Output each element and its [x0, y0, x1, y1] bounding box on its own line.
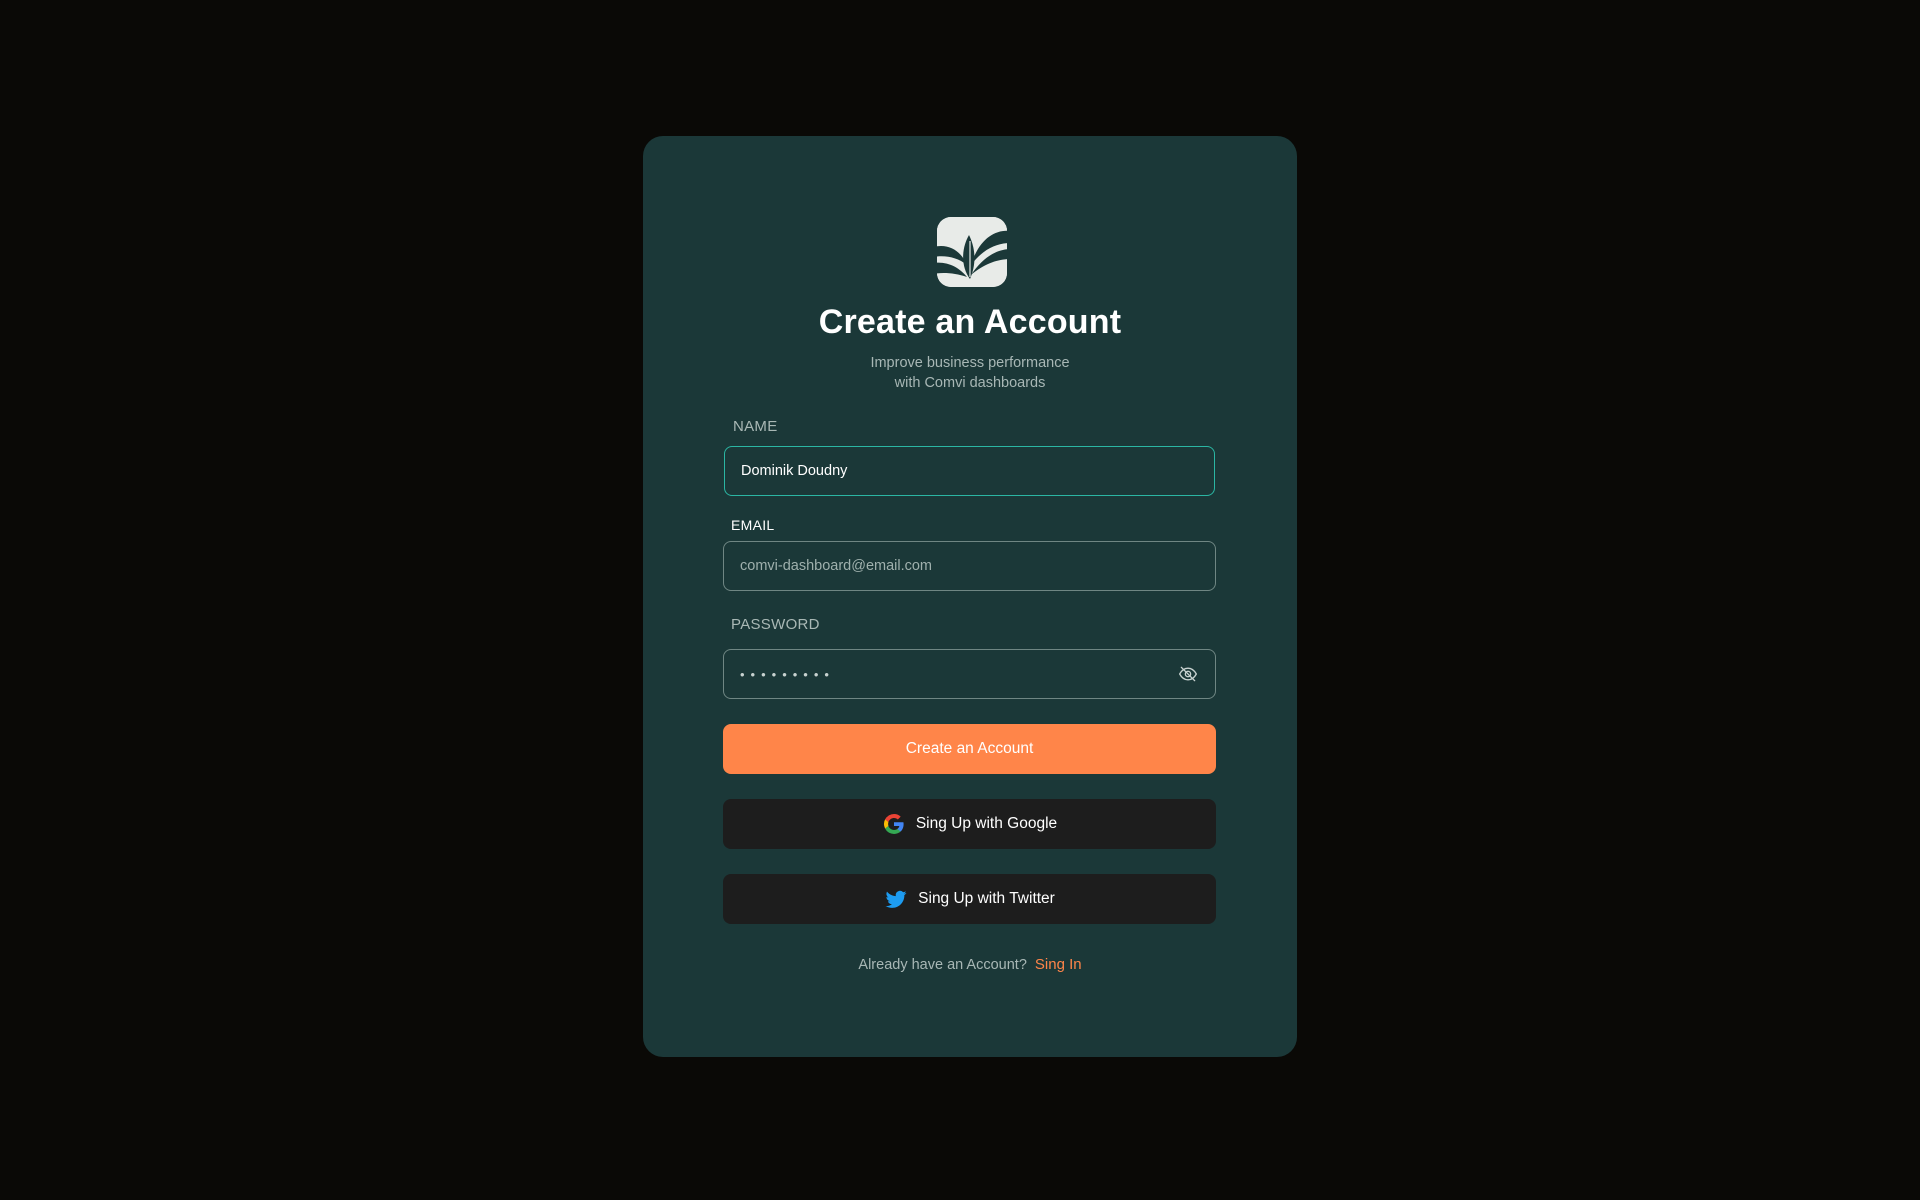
name-input[interactable]	[724, 446, 1215, 496]
create-account-button[interactable]: Create an Account	[723, 724, 1216, 774]
eye-off-icon[interactable]	[1177, 663, 1199, 685]
subtitle-line-1: Improve business performance	[870, 355, 1070, 371]
email-input[interactable]	[723, 541, 1216, 591]
signin-prompt: Already have an Account? Sing In	[643, 956, 1297, 973]
sign-in-link[interactable]: Sing In	[1035, 956, 1082, 973]
password-masked-value: •••••••••	[740, 666, 835, 682]
page-subtitle: Improve business performance with Comvi …	[643, 353, 1297, 393]
page-title: Create an Account	[818, 303, 1122, 341]
signup-card: Create an Account Improve business perfo…	[643, 136, 1297, 1057]
twitter-icon	[884, 887, 908, 911]
signin-prompt-text: Already have an Account?	[858, 957, 1027, 973]
twitter-signup-button[interactable]: Sing Up with Twitter	[723, 874, 1216, 924]
password-label: PASSWORD	[731, 616, 820, 633]
twitter-signup-label: Sing Up with Twitter	[918, 890, 1055, 907]
google-signup-label: Sing Up with Google	[915, 815, 1058, 832]
leaf-icon	[937, 217, 1007, 287]
email-label: EMAIL	[731, 517, 775, 533]
password-input[interactable]: •••••••••	[723, 649, 1216, 699]
google-icon	[882, 812, 906, 836]
name-label: NAME	[733, 418, 778, 435]
subtitle-line-2: with Comvi dashboards	[894, 375, 1046, 391]
google-signup-button[interactable]: Sing Up with Google	[723, 799, 1216, 849]
